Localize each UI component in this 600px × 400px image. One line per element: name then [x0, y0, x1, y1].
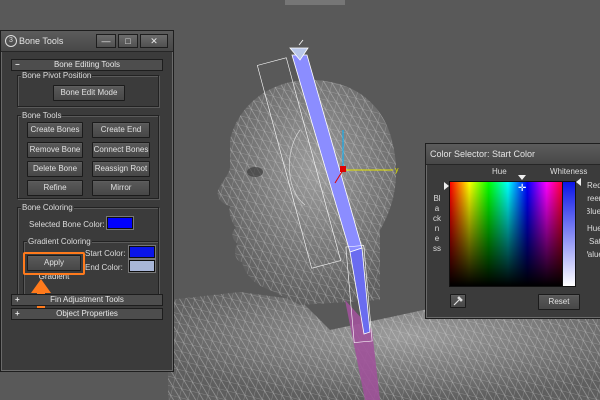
rollout-object-properties[interactable]: + Object Properties [11, 308, 163, 320]
eyedropper-icon [453, 296, 463, 306]
connect-bones-button[interactable]: Connect Bones [92, 142, 150, 158]
apply-gradient-highlight [23, 252, 85, 275]
svg-text:y: y [395, 167, 399, 174]
color-selector-title: Color Selector: Start Color [430, 149, 536, 159]
whiteness-pointer-icon [518, 175, 526, 180]
channel-labels: Red Green Blue Hue Sat Value [587, 181, 600, 291]
channel-sat-label: Sat [589, 237, 600, 246]
create-end-button[interactable]: Create End [92, 122, 150, 138]
create-bones-button[interactable]: Create Bones [27, 122, 83, 138]
minimize-button[interactable]: — [96, 34, 116, 48]
bone-tools-titlebar[interactable]: 3 Bone Tools — □ ✕ [1, 31, 173, 52]
collapse-icon: − [15, 60, 20, 69]
channel-red-label: Red [587, 181, 600, 190]
hue-blackness-field[interactable]: ✛ [449, 181, 567, 287]
blackness-label: Blackness [433, 194, 441, 254]
whiteness-slider[interactable] [562, 181, 576, 287]
close-button[interactable]: ✕ [140, 34, 168, 48]
bone-edit-mode-button[interactable]: Bone Edit Mode [53, 85, 125, 101]
rollout-label: Object Properties [56, 309, 118, 318]
rollout-fin-adjustment-tools[interactable]: + Fin Adjustment Tools [11, 294, 163, 306]
color-selector-titlebar[interactable]: Color Selector: Start Color [426, 144, 600, 165]
reset-button[interactable]: Reset [538, 294, 580, 310]
expand-icon: + [15, 295, 20, 304]
rollout-bone-editing-tools[interactable]: − Bone Editing Tools [11, 59, 163, 71]
refine-button[interactable]: Refine [27, 180, 83, 196]
channel-green-label: Green [587, 194, 600, 203]
mirror-button[interactable]: Mirror [92, 180, 150, 196]
color-crosshair-icon: ✛ [518, 183, 527, 194]
group-label: Gradient Coloring [27, 237, 92, 246]
selected-bone-color-swatch[interactable] [107, 217, 133, 229]
whiteness-label: Whiteness [550, 167, 588, 176]
reassign-root-button[interactable]: Reassign Root [92, 161, 150, 177]
group-label: Bone Coloring [21, 203, 74, 212]
start-color-swatch[interactable] [129, 246, 155, 258]
start-color-label: Start Color: [85, 249, 126, 258]
3ds-max-logo-icon: 3 [5, 35, 17, 47]
eyedropper-button[interactable] [450, 294, 466, 308]
rollout-label: Fin Adjustment Tools [50, 295, 124, 304]
blackness-text: Blackness [433, 194, 441, 253]
rollout-label: Bone Editing Tools [53, 60, 121, 69]
end-color-label: End Color: [85, 263, 123, 272]
channel-hue-label: Hue [587, 224, 600, 233]
end-color-swatch[interactable] [129, 260, 155, 272]
color-selector-window: Color Selector: Start Color Hue Whitenes… [425, 143, 600, 319]
group-label: Bone Tools [21, 111, 63, 120]
hue-label: Hue [492, 167, 507, 176]
expand-icon: + [15, 309, 20, 318]
bone-tools-window: 3 Bone Tools — □ ✕ − Bone Editing Tools … [0, 30, 174, 372]
bone-tools-title: Bone Tools [19, 36, 64, 46]
maximize-button[interactable]: □ [118, 34, 138, 48]
remove-bone-button[interactable]: Remove Bone [27, 142, 83, 158]
group-label: Bone Pivot Position [21, 71, 93, 80]
channel-blue-label: Blue [587, 207, 600, 216]
delete-bone-button[interactable]: Delete Bone [27, 161, 83, 177]
channel-value-label: Value [587, 250, 600, 259]
selected-bone-color-label: Selected Bone Color: [29, 220, 105, 229]
whiteness-slider-pointer-icon [576, 178, 581, 186]
